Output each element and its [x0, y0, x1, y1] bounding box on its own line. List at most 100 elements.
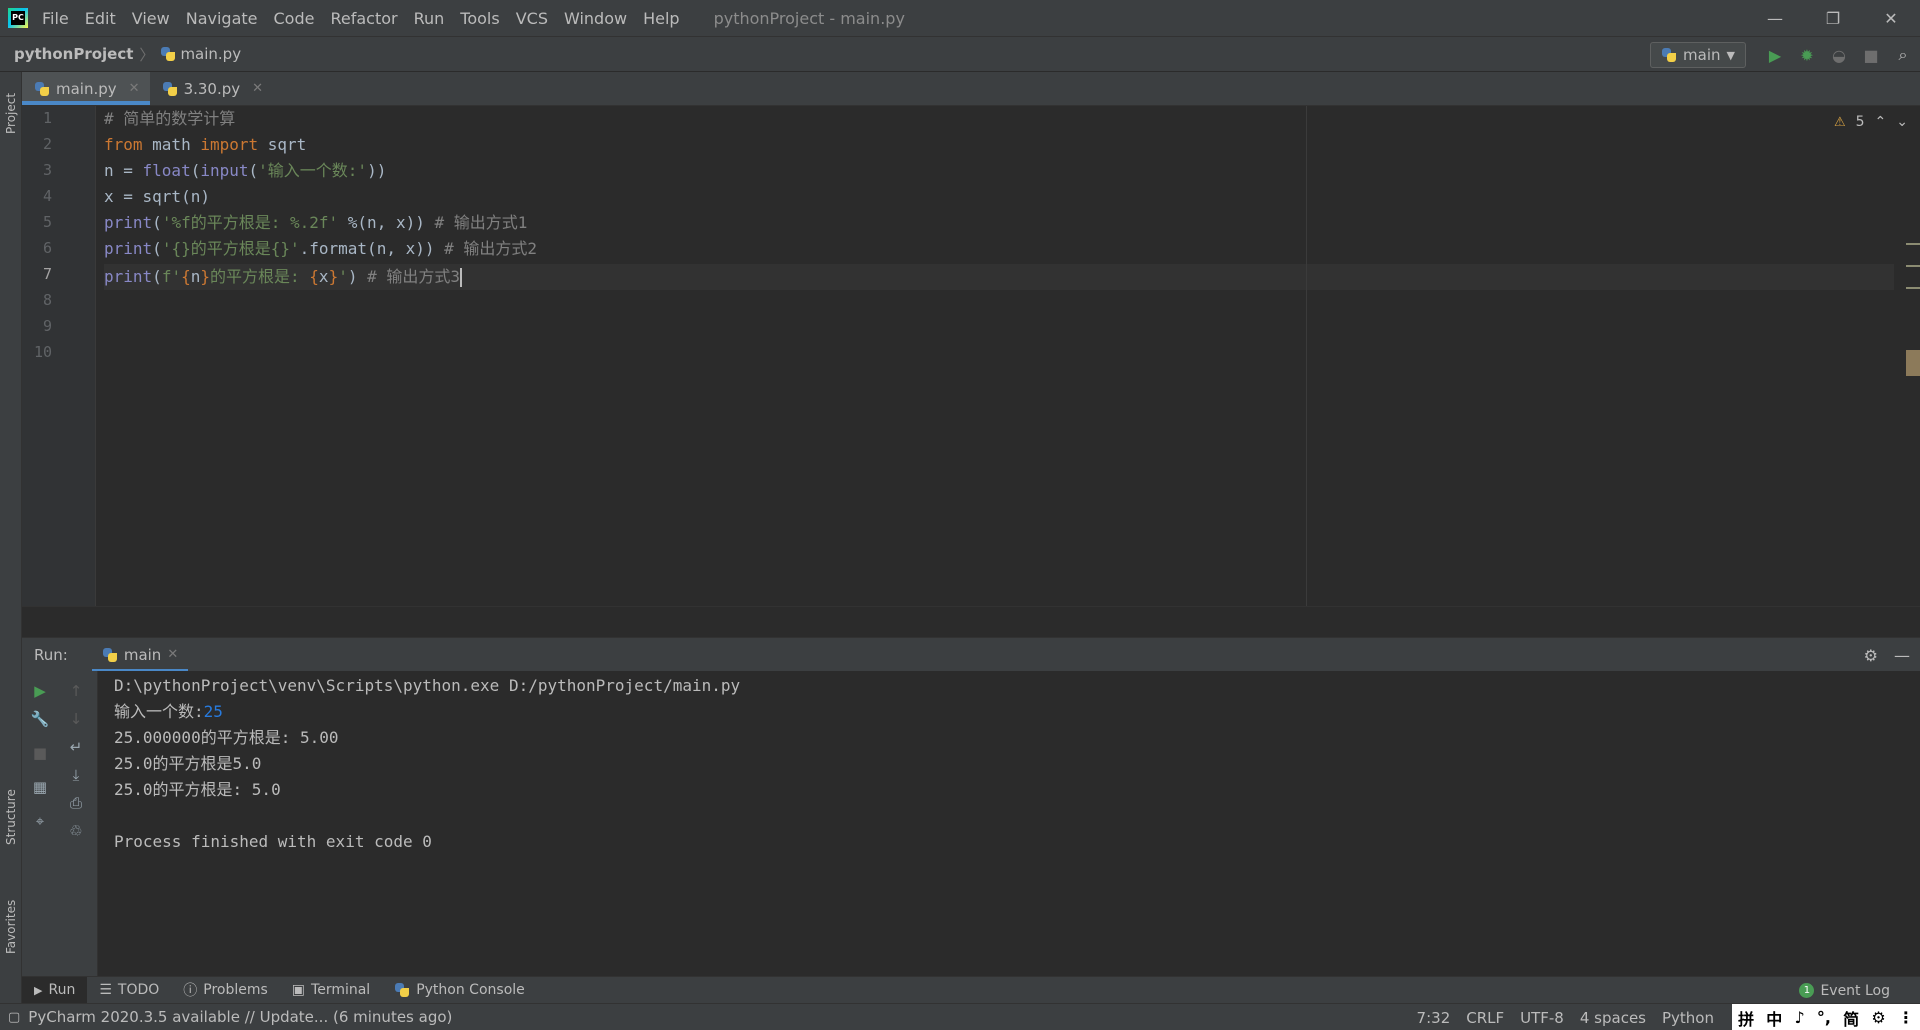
warning-icon: ⚠ [1833, 114, 1846, 130]
close-window-button[interactable]: ✕ [1862, 0, 1920, 36]
close-tab-icon[interactable]: ✕ [129, 81, 140, 96]
code-line-2: from math import sqrt [104, 135, 307, 154]
python-file-icon [160, 46, 176, 62]
restore-button[interactable]: ❐ [1804, 0, 1862, 36]
error-stripe-mark[interactable] [1906, 243, 1920, 245]
python-icon [394, 982, 410, 998]
error-stripe-mark[interactable] [1906, 265, 1920, 267]
pin-icon[interactable]: ⌖ [22, 809, 58, 833]
line-number-gutter: 1 2 3 4 5 6 7 8 9 10 [22, 106, 96, 606]
run-configuration-label: main [1683, 46, 1721, 64]
run-configuration-select[interactable]: main ▼ [1650, 42, 1746, 68]
interpreter[interactable]: Python [1662, 1009, 1714, 1027]
trash-icon[interactable]: ♲ [58, 819, 94, 843]
menu-file[interactable]: File [42, 9, 69, 28]
project-tab-label: Project [4, 92, 18, 134]
chevron-down-icon[interactable]: ⌄ [1896, 114, 1908, 130]
run-with-coverage-button[interactable]: ◒ [1830, 46, 1848, 65]
debug-button[interactable]: ✹ [1798, 46, 1816, 65]
python-icon [1661, 47, 1677, 63]
console-output-line: 25.000000的平方根是: 5.00 [114, 728, 339, 747]
toolwindow-python-console-button[interactable]: Python Console [382, 977, 537, 1004]
run-button[interactable]: ▶ [1766, 46, 1784, 65]
menu-code[interactable]: Code [274, 9, 315, 28]
left-tool-strip: Project Structure Favorites [0, 72, 22, 1003]
caret-position[interactable]: 7:32 [1417, 1009, 1451, 1027]
console-exit-line: Process finished with exit code 0 [114, 832, 432, 851]
ime-simplified-icon[interactable]: 简 [1843, 1006, 1859, 1030]
menu-vcs[interactable]: VCS [516, 9, 548, 28]
line-number: 6 [42, 239, 52, 257]
console-command-line: D:\pythonProject\venv\Scripts\python.exe… [114, 676, 741, 695]
indentation[interactable]: 4 spaces [1580, 1009, 1646, 1027]
arrow-down-icon[interactable]: ↓ [58, 707, 94, 731]
arrow-up-icon[interactable]: ↑ [58, 679, 94, 703]
chevron-up-icon[interactable]: ⌃ [1875, 114, 1887, 130]
menu-run[interactable]: Run [414, 9, 445, 28]
code-line-5: print('%f的平方根是: %.2f' %(n, x)) # 输出方式1 [104, 213, 528, 232]
menu-help[interactable]: Help [643, 9, 679, 28]
scroll-to-end-icon[interactable]: ⤓ [58, 763, 94, 787]
print-icon[interactable]: ⎙ [58, 791, 94, 815]
tab-main-py[interactable]: main.py ✕ [22, 72, 150, 105]
ime-punctuation-icon[interactable]: °, [1817, 1008, 1831, 1027]
wrench-icon[interactable]: 🔧 [22, 707, 58, 731]
code-editor[interactable]: 1 2 3 4 5 6 7 8 9 10 # 简单的数学计算 from math… [22, 106, 1920, 606]
toolwindow-todo-button[interactable]: ☰ TODO [87, 977, 171, 1004]
menu-view[interactable]: View [132, 9, 170, 28]
menu-navigate[interactable]: Navigate [186, 9, 258, 28]
breadcrumb-file[interactable]: main.py [180, 45, 241, 63]
menu-edit[interactable]: Edit [85, 9, 116, 28]
menu-refactor[interactable]: Refactor [330, 9, 397, 28]
structure-tool-button[interactable]: Structure [0, 772, 22, 862]
rerun-button[interactable]: ▶ [22, 679, 58, 703]
file-encoding[interactable]: UTF-8 [1520, 1009, 1564, 1027]
gear-icon[interactable]: ⚙ [1864, 646, 1878, 665]
soft-wrap-icon[interactable]: ↵ [58, 735, 94, 759]
ime-more-icon[interactable]: ⋮ [1898, 1008, 1914, 1027]
minimize-button[interactable]: — [1746, 0, 1804, 36]
run-tab-label: main [123, 645, 162, 664]
line-number: 10 [33, 343, 52, 361]
toolwindow-terminal-button[interactable]: ▣ Terminal [280, 977, 382, 1004]
hide-panel-icon[interactable]: — [1894, 646, 1910, 665]
run-tab-main[interactable]: main ✕ [91, 638, 189, 672]
close-tab-icon[interactable]: ✕ [252, 81, 263, 96]
pycharm-logo-icon [8, 8, 28, 28]
close-tab-icon[interactable]: ✕ [167, 647, 178, 662]
code-line-4: x = sqrt(n) [104, 187, 210, 206]
play-icon: ▶ [34, 983, 43, 997]
ime-pinyin-icon[interactable]: 拼 [1738, 1006, 1754, 1030]
ime-moon-icon[interactable]: ♪ [1795, 1008, 1805, 1027]
info-icon: ⓘ [183, 983, 198, 999]
tab-3-30-py[interactable]: 3.30.py ✕ [150, 72, 273, 105]
stop-button[interactable]: ■ [22, 741, 58, 765]
structure-tab-label: Structure [4, 789, 18, 845]
layout-icon[interactable]: ▦ [22, 775, 58, 799]
code-area[interactable]: # 简单的数学计算 from math import sqrt n = floa… [104, 106, 1894, 606]
menu-tools[interactable]: Tools [460, 9, 499, 28]
ime-settings-icon[interactable]: ⚙ [1871, 1008, 1885, 1027]
console-output-line: 25.0的平方根是: 5.0 [114, 780, 281, 799]
ime-chinese-icon[interactable]: 中 [1766, 1006, 1782, 1030]
scrollbar-thumb[interactable] [1906, 350, 1920, 376]
error-stripe-mark[interactable] [1906, 287, 1920, 289]
search-icon[interactable]: ⌕ [1894, 45, 1912, 64]
toolwindow-run-button[interactable]: ▶ Run [22, 976, 88, 1004]
line-separator[interactable]: CRLF [1466, 1009, 1504, 1027]
favorites-tool-button[interactable]: Favorites [0, 882, 22, 972]
right-margin-guide [1306, 106, 1307, 606]
python-icon [102, 647, 118, 663]
toolwindow-problems-button[interactable]: ⓘ Problems [171, 977, 280, 1004]
stop-button[interactable]: ■ [1862, 46, 1880, 65]
inspection-widget[interactable]: ⚠ 5 ⌃ ⌄ [1834, 114, 1908, 130]
breadcrumb-project[interactable]: pythonProject [14, 45, 133, 63]
line-number: 4 [42, 187, 52, 205]
event-log-button[interactable]: 1 Event Log [1799, 977, 1890, 1004]
line-number: 1 [42, 109, 52, 127]
run-console-output[interactable]: D:\pythonProject\venv\Scripts\python.exe… [98, 671, 1920, 976]
status-message[interactable]: PyCharm 2020.3.5 available // Update... … [28, 1008, 452, 1026]
project-tool-button[interactable]: Project [0, 78, 22, 148]
menu-window[interactable]: Window [564, 9, 627, 28]
square-icon[interactable]: ▢ [8, 1010, 20, 1025]
